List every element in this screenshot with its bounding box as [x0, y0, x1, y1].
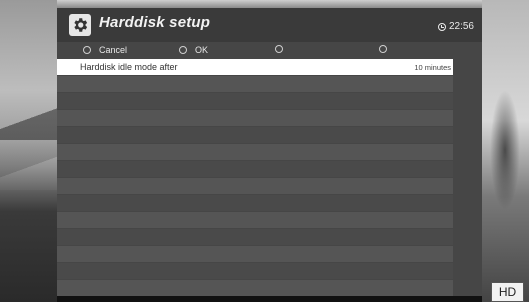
settings-list: Harddisk idle mode after 10 minutes [57, 59, 453, 296]
setting-value[interactable]: 10 minutes [414, 63, 451, 72]
clock-time: 22:56 [448, 21, 474, 32]
background-image-right [482, 0, 529, 302]
blue-button-icon [379, 45, 387, 53]
setting-row-idle-mode[interactable]: Harddisk idle mode after 10 minutes [57, 59, 453, 75]
empty-row [57, 76, 453, 92]
cancel-button[interactable]: Cancel [83, 45, 127, 55]
empty-row [57, 110, 453, 126]
panel-header: Harddisk setup 22:56 [57, 8, 482, 42]
blue-button[interactable] [379, 45, 395, 53]
yellow-button-icon [275, 45, 283, 53]
empty-row [57, 161, 453, 177]
gear-icon [69, 14, 91, 36]
empty-row [57, 212, 453, 228]
hd-badge: HD [491, 282, 524, 302]
settings-panel: Harddisk setup 22:56 Cancel OK Harddisk … [57, 8, 482, 296]
clock: 22:56 [437, 21, 474, 32]
background-image-top [57, 0, 482, 8]
empty-row [57, 144, 453, 160]
empty-row [57, 229, 453, 245]
background-image-left [0, 0, 57, 302]
empty-row [57, 178, 453, 194]
empty-row [57, 127, 453, 143]
empty-row [57, 93, 453, 109]
color-buttons-bar: Cancel OK [57, 44, 482, 58]
setting-label: Harddisk idle mode after [80, 62, 178, 72]
ok-button[interactable]: OK [179, 45, 208, 55]
cancel-button-label: Cancel [99, 45, 128, 55]
page-title: Harddisk setup [99, 14, 211, 31]
clock-icon [437, 22, 446, 31]
empty-row [57, 280, 453, 296]
empty-row [57, 246, 453, 262]
red-button-icon [83, 46, 91, 54]
empty-row [57, 195, 453, 211]
yellow-button[interactable] [275, 45, 291, 53]
green-button-icon [179, 46, 187, 54]
empty-row [57, 263, 453, 279]
ok-button-label: OK [195, 45, 209, 55]
